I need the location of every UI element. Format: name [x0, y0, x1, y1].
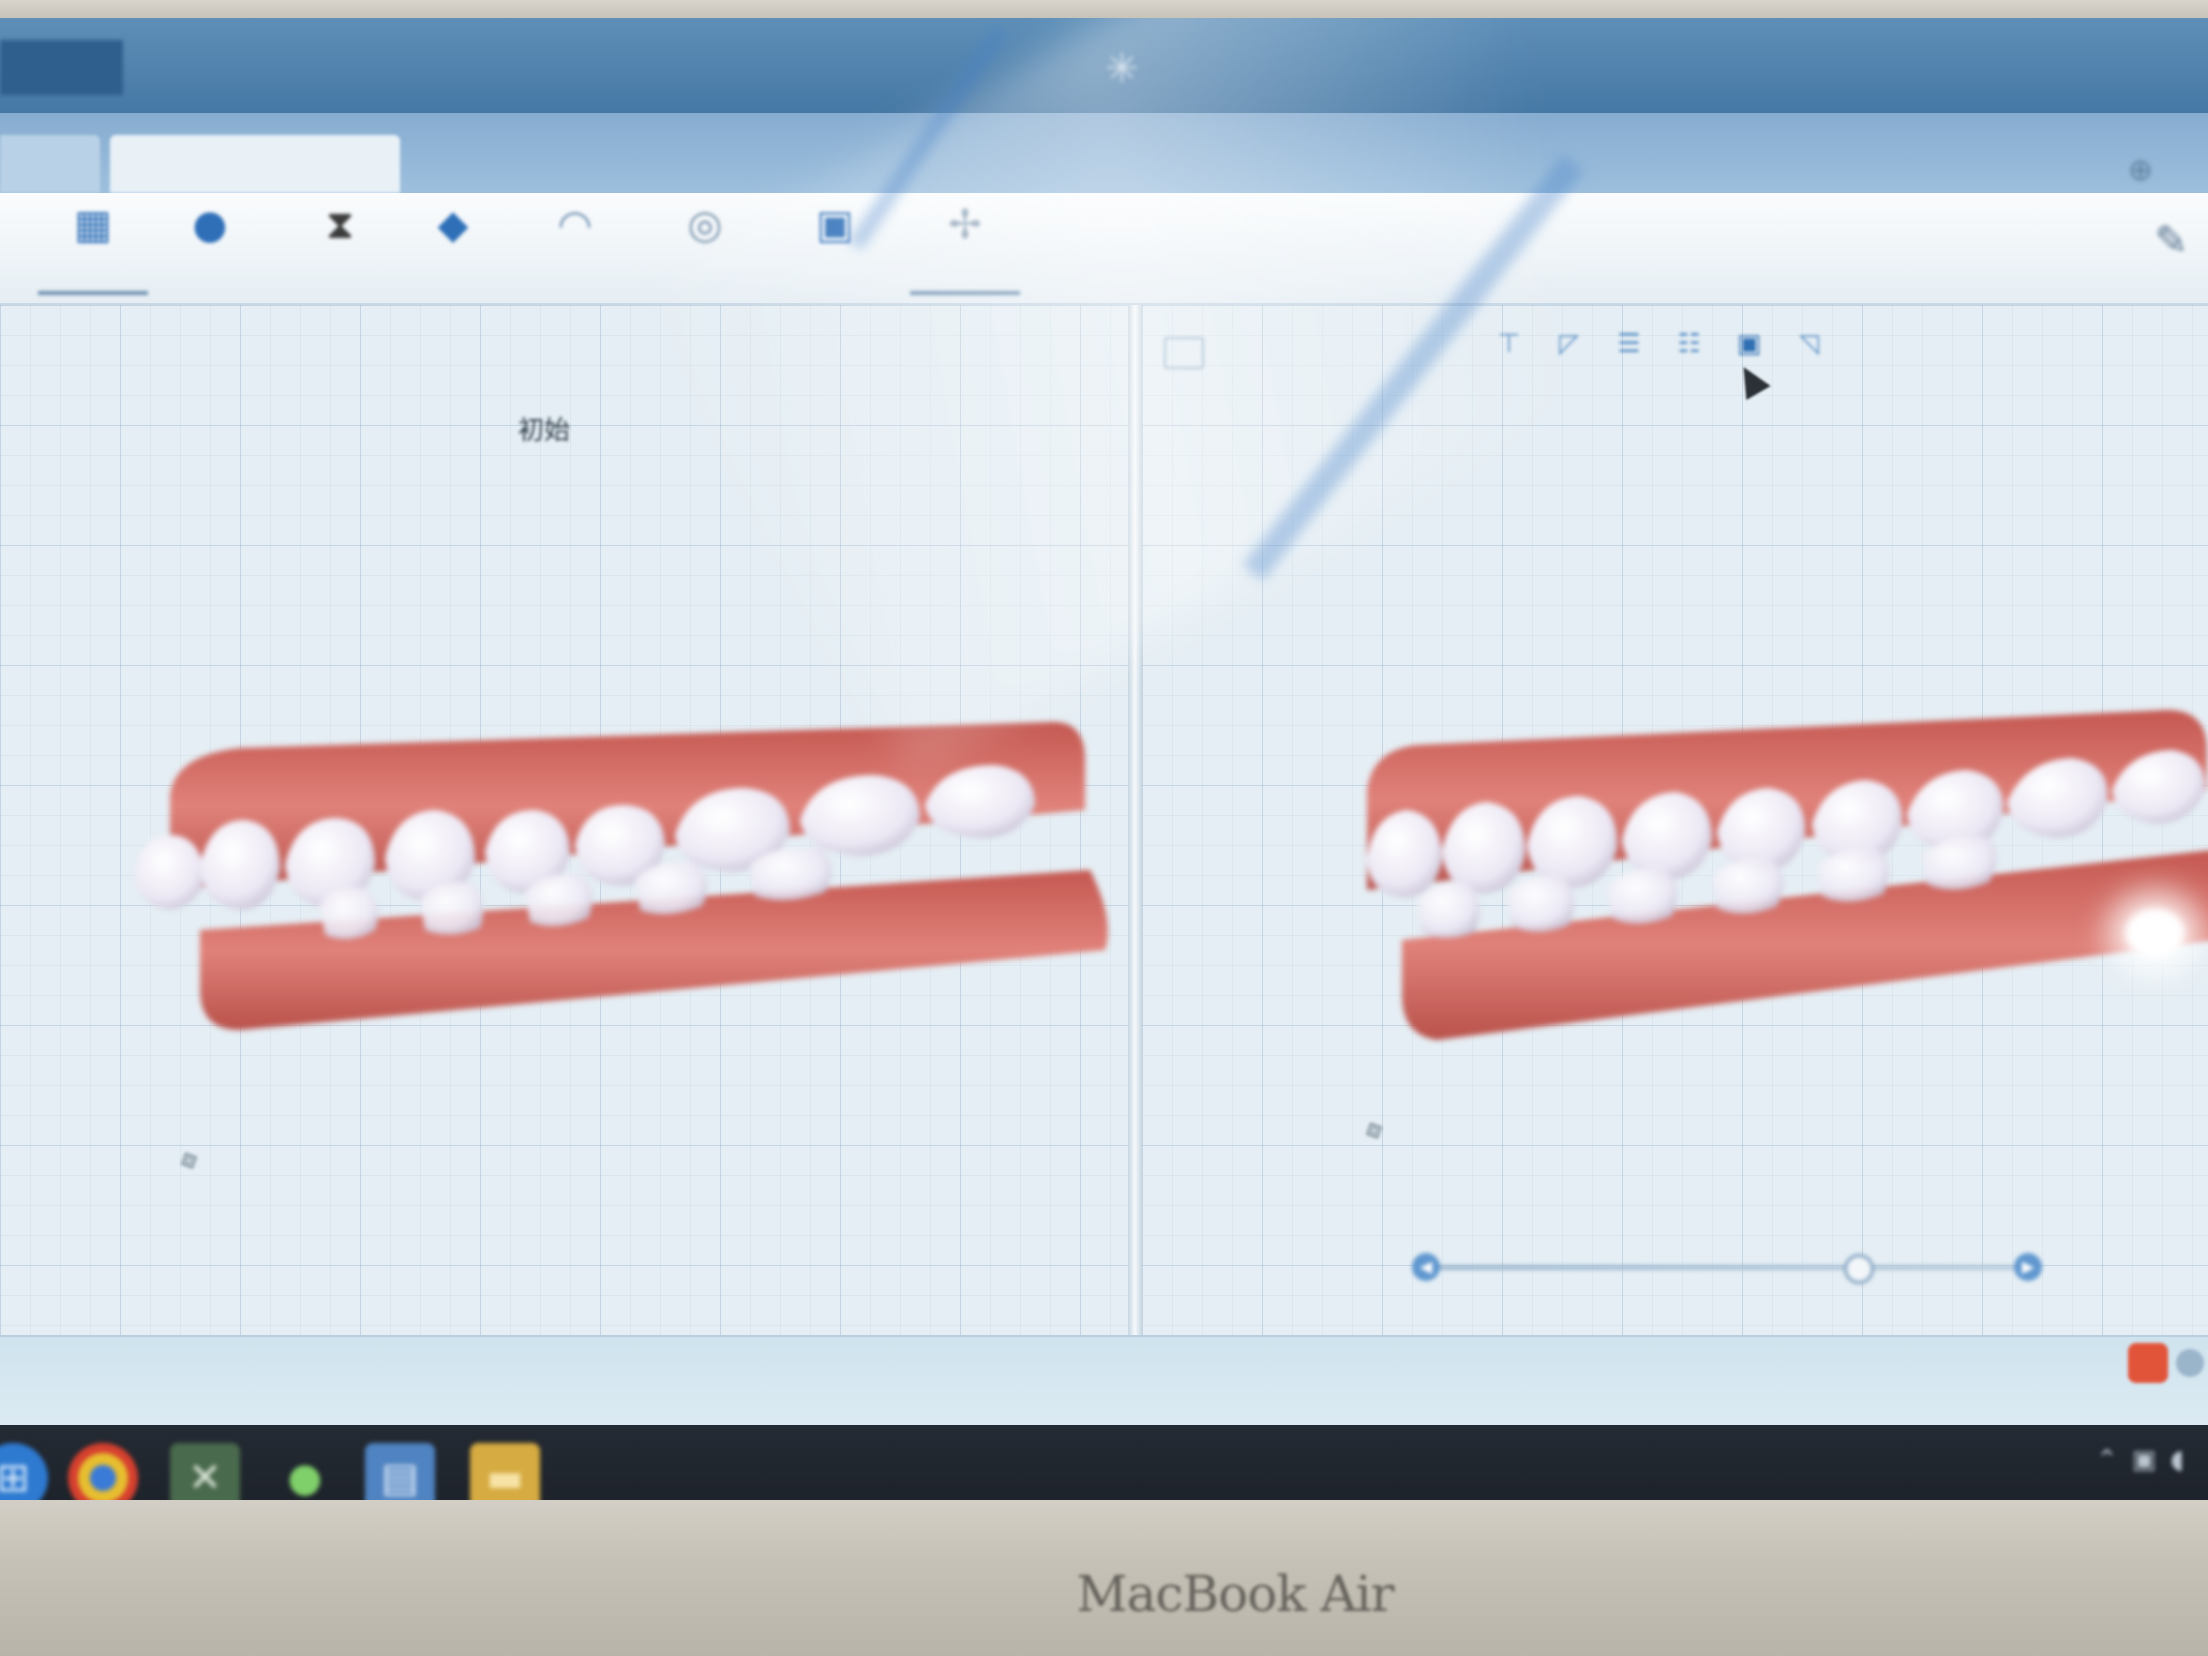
app-menu-button[interactable]: [0, 40, 123, 95]
title-bar: ✳: [0, 18, 2208, 113]
measure-icon: ◎: [687, 202, 723, 248]
tool-measure-button[interactable]: ◎: [650, 201, 760, 291]
tool-diamond-button[interactable]: ◆: [398, 201, 508, 291]
tool-grid-button[interactable]: ▦: [38, 201, 148, 295]
orientation-indicator[interactable]: ⧈: [1363, 1113, 1387, 1145]
drop-icon: ●: [192, 202, 228, 248]
logo-star-icon: ✳: [1105, 46, 1139, 92]
laptop-brand-label: MacBook Air: [1076, 1565, 1394, 1623]
system-tray[interactable]: ⌃▣◖: [2096, 1445, 2198, 1475]
tab-strip: ⊕: [0, 113, 2208, 193]
viewport-title: 初始: [518, 416, 571, 446]
tool-chart-button[interactable]: ▣: [780, 201, 890, 291]
orientation-cube-icon: ⧈: [177, 1143, 202, 1175]
teeth-model-initial[interactable]: [130, 660, 1110, 1080]
view-left-icon[interactable]: ◸: [1552, 327, 1586, 361]
tab-1[interactable]: [0, 135, 100, 193]
tool-compare-button[interactable]: ⧗: [285, 201, 395, 291]
mouse-cursor: [1731, 360, 1771, 400]
view-right-icon[interactable]: ▣: [1732, 327, 1766, 361]
screen: ✳ ⊕ ▦ ● ⧗ ◆ ◠ ◎ ▣ ✢ ✎ 初始 ⧈ ⊤ ◸ ☰ ☷ ▣ ◹ ⧈…: [0, 18, 2208, 1548]
tool-icon: ✢: [948, 202, 982, 248]
screen-layout-icon[interactable]: [1164, 337, 1204, 369]
view-front-icon[interactable]: ⊤: [1492, 327, 1526, 361]
tooth-compare-icon: ⧗: [325, 202, 355, 248]
app-logo: ✳: [1105, 46, 1149, 92]
network-icon[interactable]: [2176, 1349, 2204, 1377]
orientation-indicator[interactable]: ⧈: [178, 1143, 202, 1175]
orientation-cube-icon: ⧈: [1362, 1113, 1387, 1145]
view-side-icon[interactable]: ◹: [1792, 327, 1826, 361]
notification-badge[interactable]: [2128, 1343, 2168, 1383]
viewport-initial[interactable]: 初始 ⧈: [0, 305, 1128, 1335]
slider-start-icon[interactable]: ◀: [1412, 1253, 1440, 1281]
arch-icon: ◠: [557, 202, 593, 248]
viewport-divider[interactable]: [1128, 305, 1142, 1335]
slider-end-icon[interactable]: ▶: [2014, 1253, 2042, 1281]
teeth-model-final[interactable]: [1357, 640, 2208, 1070]
help-icon[interactable]: ⊕: [2128, 153, 2153, 188]
settings-icon[interactable]: ✎: [2154, 218, 2188, 264]
status-bar: [0, 1335, 2208, 1427]
view-top-icon[interactable]: ☰: [1612, 327, 1646, 361]
stage-slider[interactable]: ◀ ▶: [1412, 1248, 2042, 1288]
tool-arch-button[interactable]: ◠: [520, 201, 630, 291]
tool-drop-button[interactable]: ●: [155, 201, 265, 291]
grid-icon: ▦: [74, 202, 112, 248]
viewport-comparison[interactable]: ⊤ ◸ ☰ ☷ ▣ ◹ ⧈ ◀ ▶: [1142, 305, 2208, 1335]
slider-thumb[interactable]: [1844, 1254, 1875, 1284]
tab-treatment[interactable]: [110, 135, 400, 193]
ribbon-toolbar: ▦ ● ⧗ ◆ ◠ ◎ ▣ ✢ ✎: [0, 193, 2208, 305]
view-buttons: ⊤ ◸ ☰ ☷ ▣ ◹: [1492, 327, 1826, 361]
slider-track: [1434, 1265, 2020, 1270]
chart-icon: ▣: [816, 202, 854, 248]
view-bottom-icon[interactable]: ☷: [1672, 327, 1706, 361]
diamond-icon: ◆: [437, 202, 469, 248]
tool-misc-button[interactable]: ✢: [910, 201, 1020, 295]
